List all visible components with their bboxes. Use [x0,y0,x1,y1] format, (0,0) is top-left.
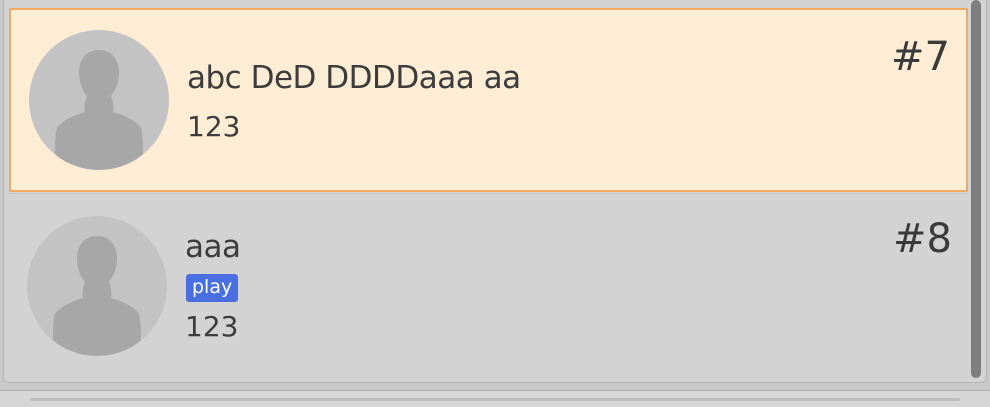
player-list-panel: abc DeD DDDDaaa aa 123 #7 aaa play 123 #… [3,0,987,383]
player-rank: #7 [891,34,950,80]
scrollbar-thumb[interactable] [971,0,981,378]
player-name: aaa [185,229,241,265]
list-item[interactable]: aaa play 123 #8 [9,194,968,379]
bottom-bar [0,390,990,407]
player-rank: #8 [893,216,952,262]
vertical-scrollbar[interactable] [968,0,984,382]
person-silhouette-icon [29,30,169,170]
player-score: 123 [187,110,241,143]
avatar [29,30,169,170]
player-score: 123 [185,310,239,343]
avatar [27,216,167,356]
list-item-selected[interactable]: abc DeD DDDDaaa aa 123 #7 [9,8,968,192]
player-name: abc DeD DDDDaaa aa [187,60,521,96]
status-badge: play [186,274,239,302]
person-silhouette-icon [27,216,167,356]
